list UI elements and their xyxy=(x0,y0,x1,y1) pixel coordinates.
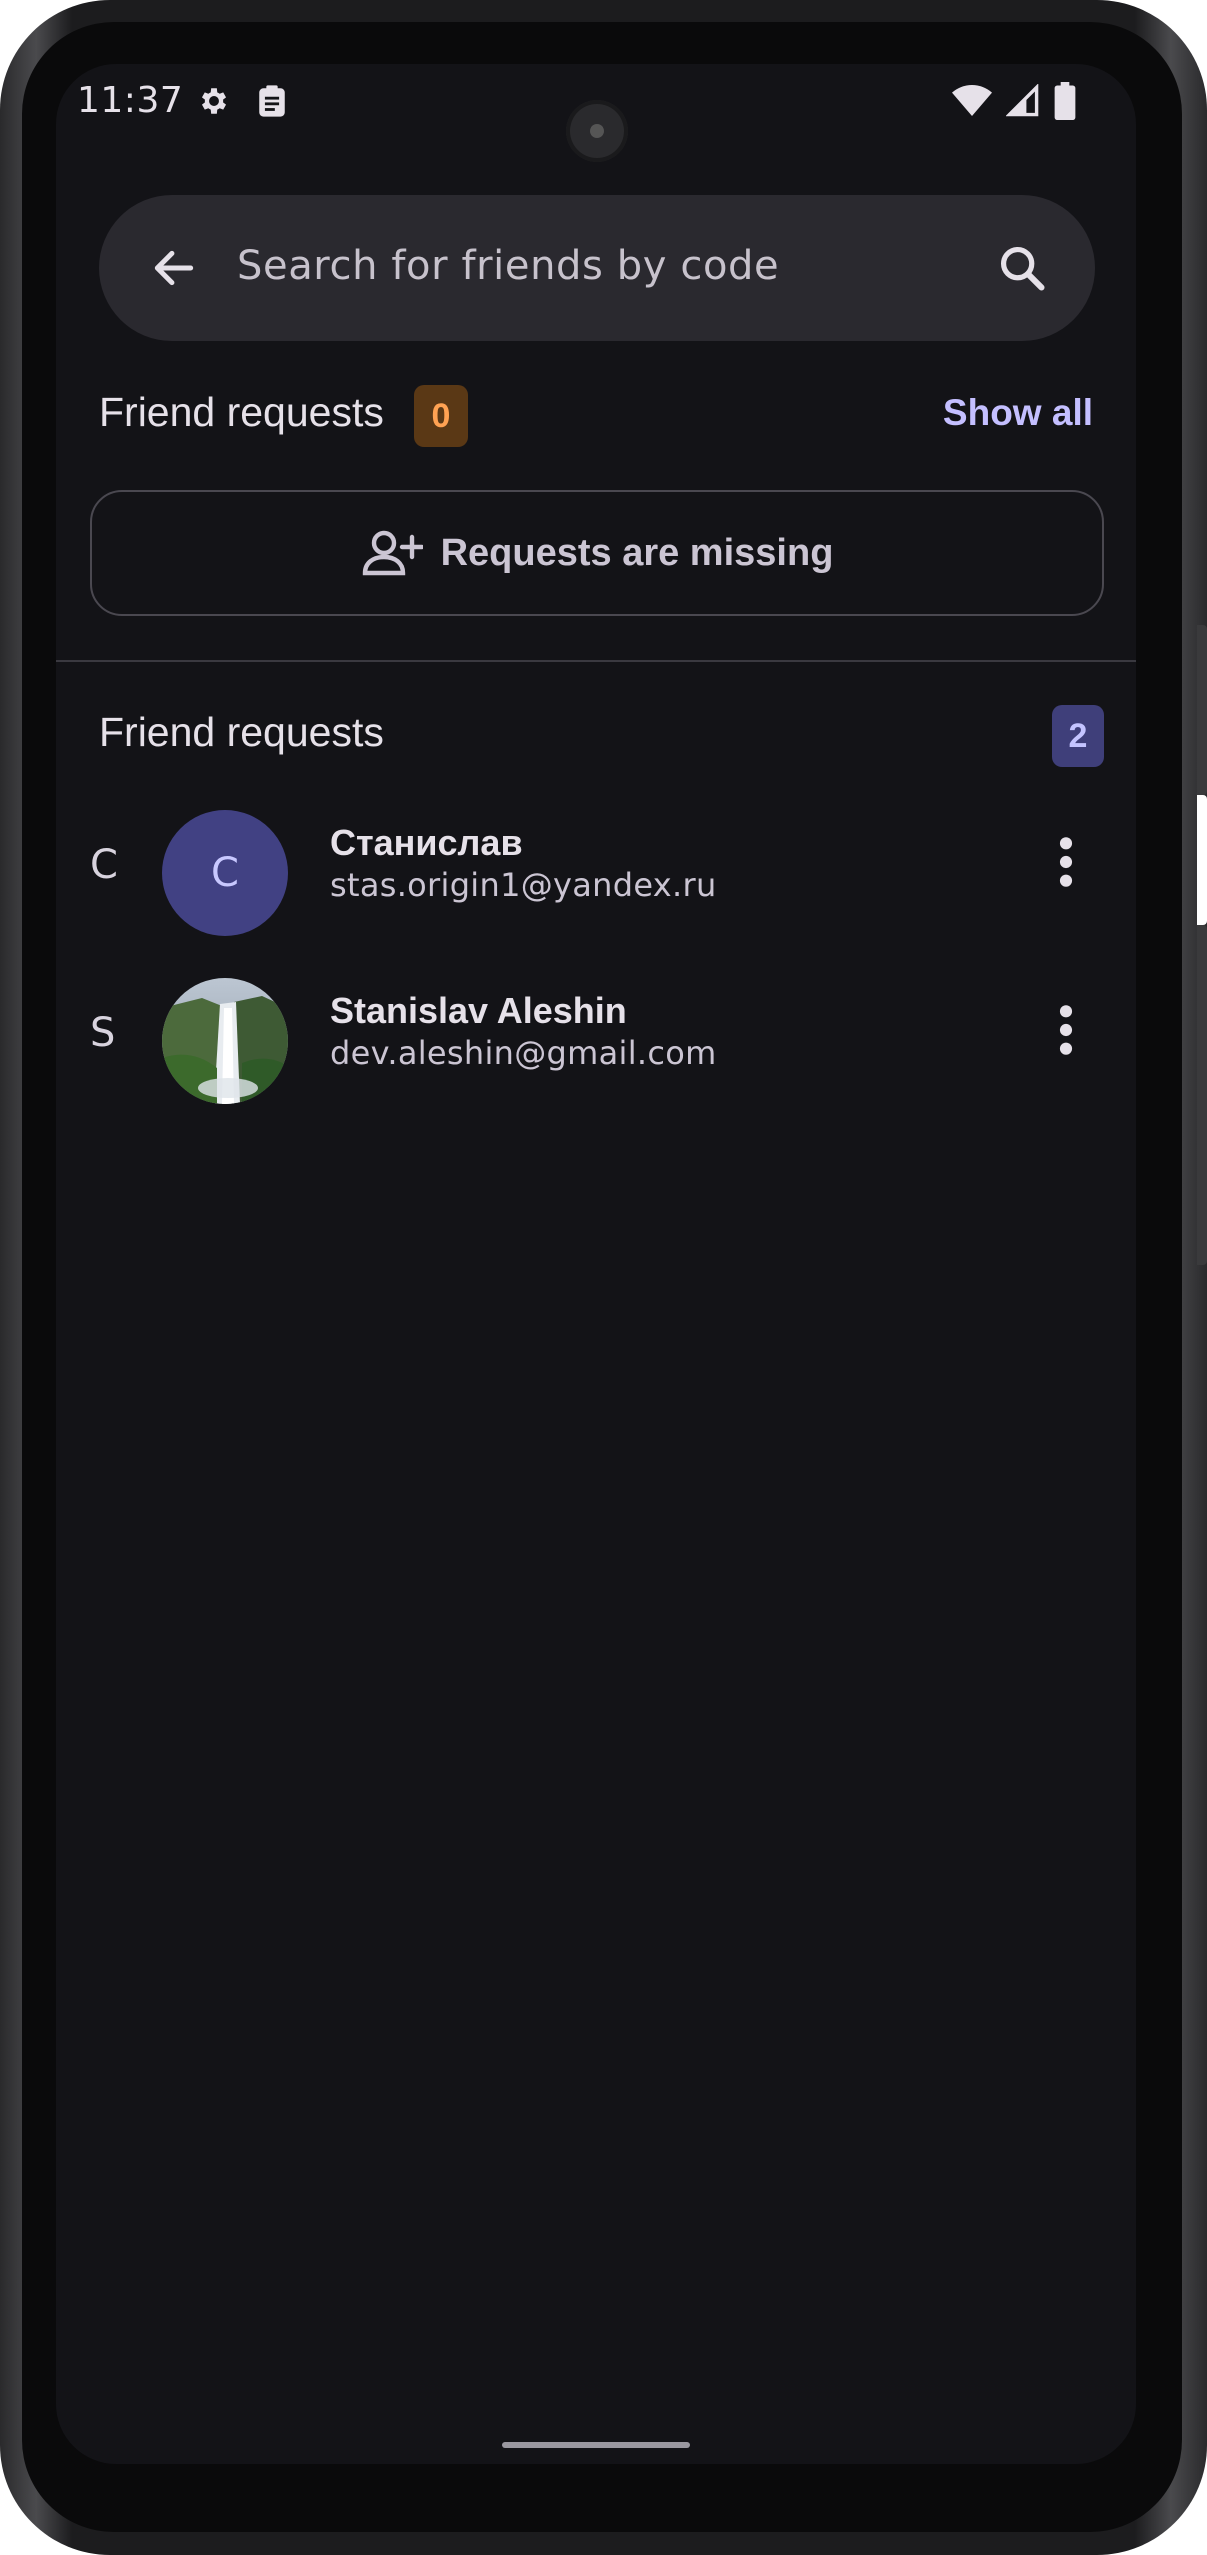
wifi-icon xyxy=(952,85,992,116)
avatar xyxy=(162,978,288,1104)
person-add-icon xyxy=(362,530,423,576)
friend-email: stas.origin1@yandex.ru xyxy=(330,866,717,904)
more-vert-icon[interactable] xyxy=(1047,1002,1085,1058)
avatar: С xyxy=(162,810,288,936)
status-icons xyxy=(952,82,1076,120)
friend-name: Stanislav Aleshin xyxy=(330,990,627,1031)
home-indicator[interactable] xyxy=(502,2442,690,2448)
friends-count-badge: 2 xyxy=(1052,705,1104,767)
more-vert-icon[interactable] xyxy=(1047,834,1085,890)
requests-title: Friend requests xyxy=(99,389,384,435)
list-group-letter: С xyxy=(90,842,118,888)
clipboard-icon xyxy=(259,85,285,117)
signal-icon xyxy=(1006,84,1039,117)
volume-up-button xyxy=(1197,625,1207,795)
list-group-letter: S xyxy=(90,1010,116,1056)
show-all-link[interactable]: Show all xyxy=(943,392,1093,434)
friend-name: Станислав xyxy=(330,822,523,863)
section-divider xyxy=(56,660,1136,662)
requests-missing-label: Requests are missing xyxy=(440,531,834,574)
magnifier-icon[interactable] xyxy=(996,242,1048,294)
search-input[interactable]: Search for friends by code xyxy=(237,243,779,289)
battery-icon xyxy=(1054,82,1076,120)
search-bar[interactable]: Search for friends by code xyxy=(99,195,1095,341)
requests-missing-button[interactable]: Requests are missing xyxy=(90,490,1104,616)
list-item[interactable]: С С Станислав stas.origin1@yandex.ru xyxy=(56,794,1136,954)
status-time: 11:37 xyxy=(77,80,184,121)
side-gap xyxy=(1197,795,1207,925)
list-item[interactable]: S Stanislav Aleshin dev.aleshin@gmail.co… xyxy=(56,962,1136,1122)
requests-count-badge: 0 xyxy=(414,385,468,447)
device-frame: 11:37 Search for friends by code Friend … xyxy=(0,0,1207,2555)
friend-email: dev.aleshin@gmail.com xyxy=(330,1034,717,1072)
arrow-left-icon[interactable] xyxy=(149,243,199,293)
power-button xyxy=(1197,925,1207,1265)
screen: 11:37 Search for friends by code Friend … xyxy=(56,64,1136,2464)
friends-title: Friend requests xyxy=(99,709,384,755)
waterfall-photo-icon xyxy=(162,978,288,1104)
gear-icon xyxy=(201,88,227,114)
front-camera xyxy=(566,100,628,162)
